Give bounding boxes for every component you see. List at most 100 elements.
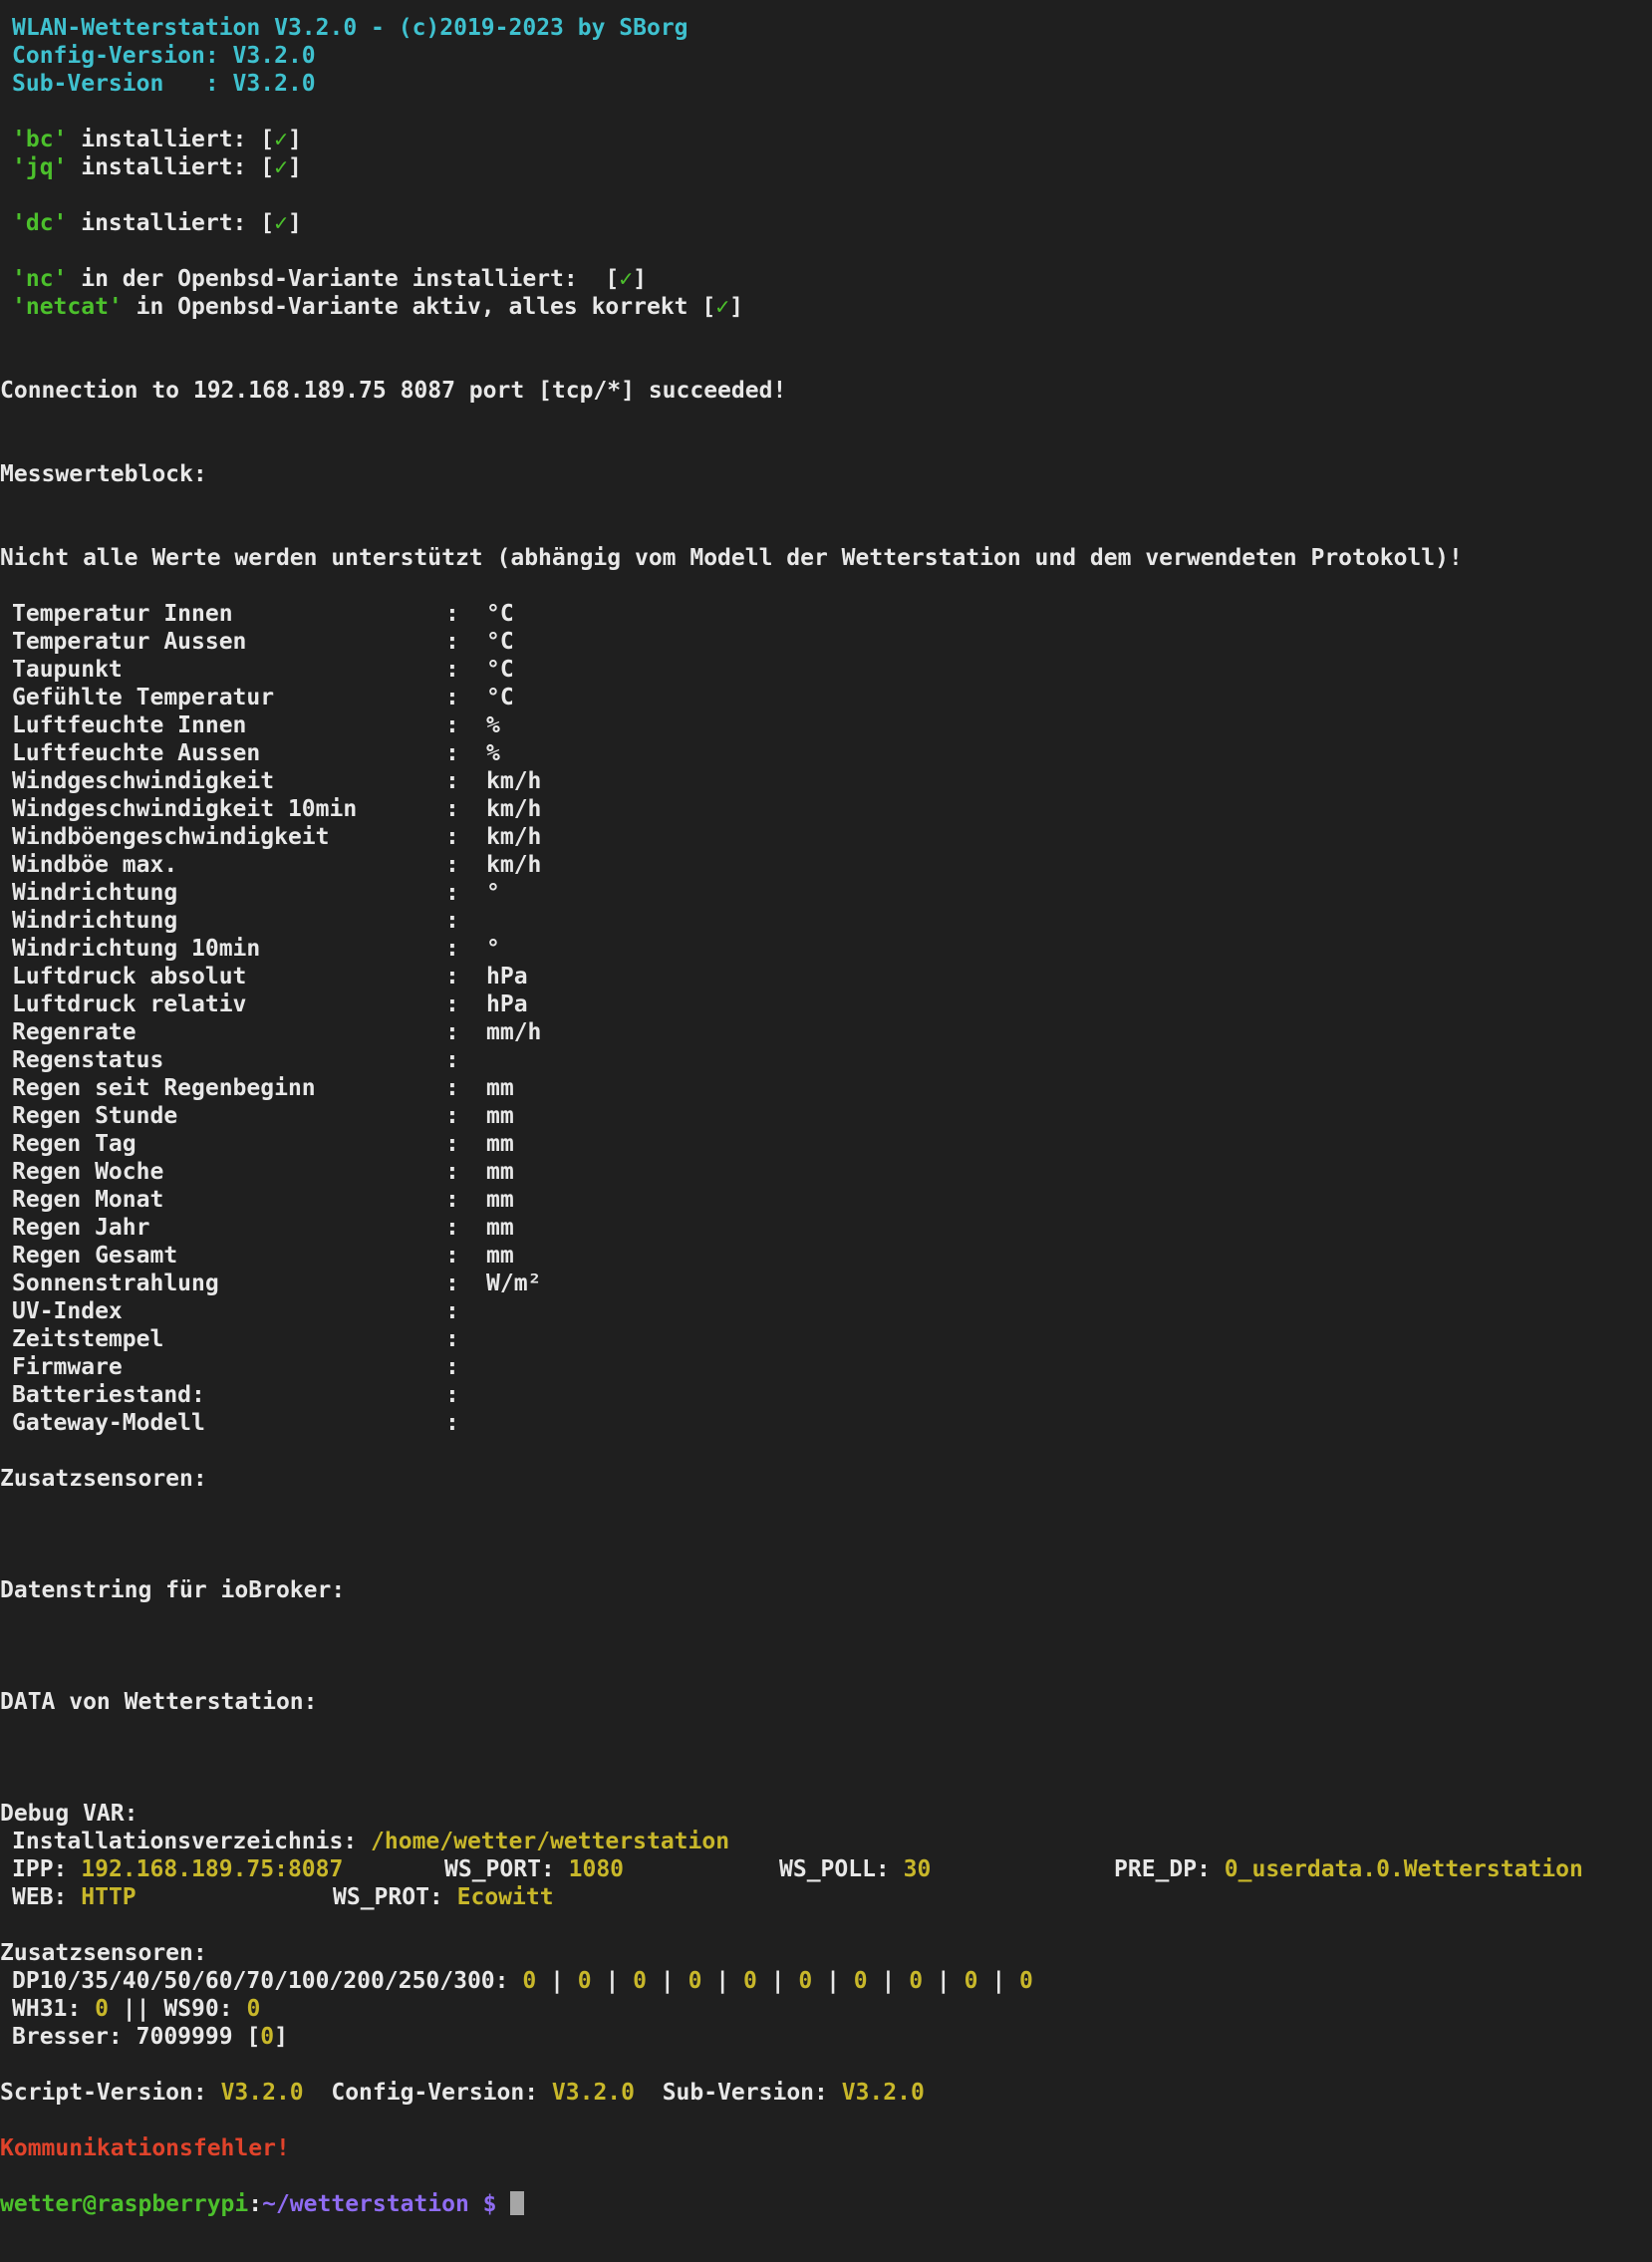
measurement-colon: : bbox=[445, 796, 459, 822]
measurement-colon: : bbox=[445, 1103, 459, 1129]
checkmark-icon: ✓ bbox=[715, 294, 730, 320]
measurement-row: UV-Index: bbox=[12, 1297, 709, 1325]
measurement-row: Sonnenstrahlung: W/m² bbox=[12, 1270, 709, 1297]
measurement-row: Luftfeuchte Innen:% bbox=[12, 711, 709, 739]
measurement-unit: ° bbox=[486, 936, 500, 962]
measurement-row: Regenrate: mm/h bbox=[12, 1018, 709, 1046]
measurement-colon: : bbox=[445, 824, 459, 850]
measurement-unit: mm bbox=[486, 1075, 514, 1101]
measurement-unit: mm/h bbox=[486, 1019, 542, 1045]
measurement-row: Regen Tag: mm bbox=[12, 1130, 709, 1158]
debug-install-dir: Installationsverzeichnis: /home/wetter/w… bbox=[12, 1829, 730, 1854]
measurement-colon: : bbox=[445, 685, 459, 710]
measurement-unit: hPa bbox=[486, 964, 528, 990]
measurement-label: Luftfeuchte Innen bbox=[12, 712, 247, 738]
dp-value: 0 bbox=[688, 1968, 702, 1994]
check-netcat: 'netcat' in Openbsd-Variante aktiv, alle… bbox=[12, 294, 743, 320]
measurement-row: Firmware: bbox=[12, 1353, 709, 1381]
measurement-label: Luftdruck absolut bbox=[12, 964, 247, 990]
debug-ws-poll: WS_POLL: 30 bbox=[779, 1856, 932, 1882]
ipp-value: 192.168.189.75:8087 bbox=[81, 1856, 344, 1882]
measurement-colon: : bbox=[445, 908, 459, 934]
connection-status: Connection to 192.168.189.75 8087 port [… bbox=[0, 378, 787, 404]
check-name: 'netcat' bbox=[12, 294, 123, 320]
measurement-unit: mm bbox=[486, 1131, 514, 1157]
measurement-colon: : bbox=[445, 1131, 459, 1157]
check-name: 'dc' bbox=[12, 210, 68, 236]
measurement-row: Zeitstempel: bbox=[12, 1325, 709, 1353]
debug-dp-line: DP10/35/40/50/60/70/100/200/250/300: 0 |… bbox=[12, 1968, 1033, 1994]
measurement-colon: : bbox=[445, 1215, 459, 1241]
measurement-unit: hPa bbox=[486, 991, 528, 1017]
dp-value: 0 bbox=[964, 1968, 978, 1994]
shell-prompt[interactable]: wetter@raspberrypi:~/wetterstation $ bbox=[0, 2190, 525, 2218]
measurement-unit: °C bbox=[486, 629, 514, 655]
measurement-label: Windrichtung bbox=[12, 908, 178, 934]
measurement-label: Regen Jahr bbox=[12, 1215, 150, 1241]
measurement-colon: : bbox=[445, 1047, 459, 1073]
measurement-unit: km/h bbox=[486, 796, 542, 822]
measurement-label: Windgeschwindigkeit bbox=[12, 768, 275, 794]
measurement-row: Regen seit Regenbeginn: mm bbox=[12, 1074, 709, 1102]
measurement-label: Temperatur Aussen bbox=[12, 629, 247, 655]
measurement-label: Regen Tag bbox=[12, 1131, 137, 1157]
measurement-row: Windgeschwindigkeit 10min: km/h bbox=[12, 795, 709, 823]
measurement-colon: : bbox=[445, 1243, 459, 1269]
debug-wh31-line: WH31: 0 || WS90: 0 bbox=[12, 1996, 261, 2022]
measurement-colon: : bbox=[445, 712, 459, 738]
error-message: Kommunikationsfehler! bbox=[0, 2135, 290, 2161]
checkmark-icon: ✓ bbox=[619, 266, 634, 292]
measurement-colon: : bbox=[445, 1187, 459, 1213]
measurement-label: Regen seit Regenbeginn bbox=[12, 1075, 316, 1101]
measurement-label: Firmware bbox=[12, 1354, 123, 1380]
debug-pre-dp: PRE_DP: 0_userdata.0.Wetterstation bbox=[1114, 1856, 1583, 1882]
dp-value: 0 bbox=[909, 1968, 924, 1994]
measurement-row: Regenstatus: bbox=[12, 1046, 709, 1074]
check-name: 'nc' bbox=[12, 266, 68, 292]
checkmark-icon: ✓ bbox=[274, 210, 288, 236]
measurement-label: Luftdruck relativ bbox=[12, 991, 247, 1017]
check-name: 'jq' bbox=[12, 154, 68, 180]
debug-heading: Debug VAR: bbox=[0, 1801, 138, 1827]
app-title: WLAN-Wetterstation V3.2.0 - (c)2019-2023… bbox=[12, 15, 688, 41]
check-nc: 'nc' in der Openbsd-Variante installiert… bbox=[12, 266, 647, 292]
measurement-label: Regenrate bbox=[12, 1019, 137, 1045]
check-jq: 'jq' installiert: [✓] bbox=[12, 154, 302, 180]
dp-value: 0 bbox=[522, 1968, 537, 1994]
check-name: 'bc' bbox=[12, 127, 68, 152]
measurement-colon: : bbox=[445, 1075, 459, 1101]
measurement-colon: : bbox=[445, 1019, 459, 1045]
measurement-colon: : bbox=[445, 1354, 459, 1380]
measurement-colon: : bbox=[445, 936, 459, 962]
debug-zusatz-heading: Zusatzsensoren: bbox=[0, 1940, 207, 1966]
debug-web: WEB: HTTP bbox=[12, 1884, 137, 1910]
measurement-colon: : bbox=[445, 629, 459, 655]
measurement-row: Windböe max.: km/h bbox=[12, 851, 709, 879]
dp-value: 0 bbox=[798, 1968, 813, 1994]
measurement-unit: km/h bbox=[486, 768, 542, 794]
terminal-window[interactable]: WLAN-Wetterstation V3.2.0 - (c)2019-2023… bbox=[0, 0, 1652, 2262]
measurement-unit: mm bbox=[486, 1187, 514, 1213]
debug-bresser-line: Bresser: 7009999 [0] bbox=[12, 2024, 288, 2050]
version-summary: Script-Version: V3.2.0 Config-Version: V… bbox=[0, 2080, 925, 2106]
measurement-row: Batteriestand:: bbox=[12, 1381, 709, 1409]
measurement-unit: km/h bbox=[486, 852, 542, 878]
cursor[interactable] bbox=[510, 2191, 525, 2215]
measurement-label: Temperatur Innen bbox=[12, 601, 233, 627]
measurement-row: Temperatur Aussen: °C bbox=[12, 628, 709, 656]
measurement-row: Regen Monat: mm bbox=[12, 1186, 709, 1214]
dp-value: 0 bbox=[633, 1968, 648, 1994]
measurement-colon: : bbox=[445, 1271, 459, 1296]
support-notice: Nicht alle Werte werden unterstützt (abh… bbox=[0, 545, 1463, 571]
measurement-label: Regen Monat bbox=[12, 1187, 164, 1213]
measurement-label: Regen Woche bbox=[12, 1159, 164, 1185]
measurement-unit: mm bbox=[486, 1215, 514, 1241]
measurement-colon: : bbox=[445, 1410, 459, 1436]
measurement-row: Windrichtung: bbox=[12, 907, 709, 935]
measurement-label: Gefühlte Temperatur bbox=[12, 685, 275, 710]
measurement-label: Windrichtung 10min bbox=[12, 936, 261, 962]
measurement-colon: : bbox=[445, 768, 459, 794]
measurement-label: Sonnenstrahlung bbox=[12, 1271, 219, 1296]
measurement-label: Taupunkt bbox=[12, 657, 123, 683]
measurement-label: Regenstatus bbox=[12, 1047, 164, 1073]
